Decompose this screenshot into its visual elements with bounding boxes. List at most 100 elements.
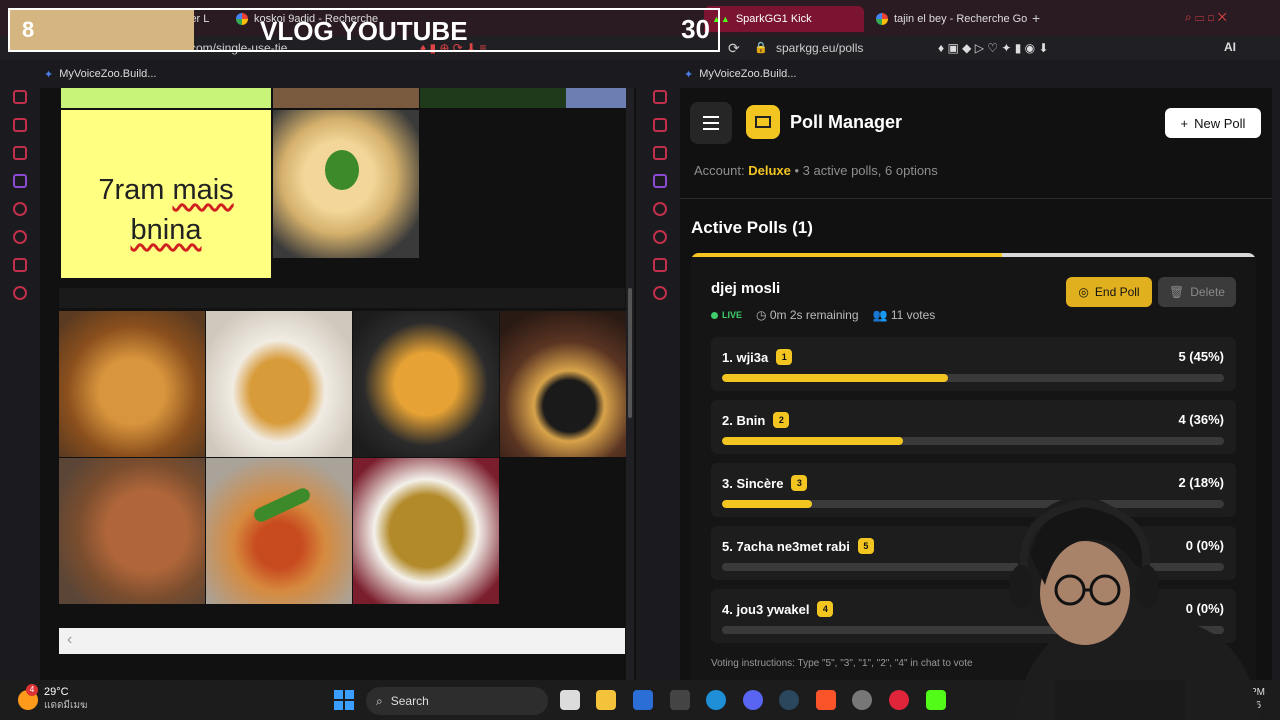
store-icon[interactable] xyxy=(633,690,653,710)
app-icon[interactable] xyxy=(670,690,690,710)
file-explorer-icon[interactable] xyxy=(596,690,616,710)
scroll-thumb[interactable] xyxy=(628,288,632,418)
poll-logo-icon xyxy=(746,105,780,139)
opera-gx-icon[interactable] xyxy=(889,690,909,710)
history-icon[interactable] xyxy=(653,230,667,244)
extension-icons[interactable]: ♦ ▣ ◆ ▷ ♡ ✦ ▮ ◉ ⬇ xyxy=(938,41,1049,55)
food-strip-1 xyxy=(273,88,419,108)
voting-instructions: Voting instructions: Type "5", "3", "1",… xyxy=(711,658,973,669)
bookmark-myvoicezoo[interactable]: MyVoiceZoo.Build... xyxy=(699,68,796,80)
chatgpt-icon[interactable] xyxy=(852,690,872,710)
basil-leaf xyxy=(325,150,359,190)
reload-icon[interactable]: ⟳ xyxy=(728,40,740,57)
left-bookmarks-bar: ✦ MyVoiceZoo.Build... xyxy=(40,60,636,88)
bookmark-icon: ✦ xyxy=(44,68,54,81)
option-label: 5. 7acha ne3met rabi 5 xyxy=(722,538,874,554)
account-prefix: Account: xyxy=(694,163,745,178)
plus-icon: + xyxy=(1180,115,1189,131)
left-vertical-scrollbar[interactable] xyxy=(626,88,634,680)
poll-name: djej mosli xyxy=(711,280,781,297)
sidebar-icon-3[interactable] xyxy=(653,146,667,160)
new-poll-label: New Poll xyxy=(1194,115,1246,131)
sidebar-icon-2[interactable] xyxy=(13,118,27,132)
history-icon[interactable] xyxy=(13,230,27,244)
google-icon xyxy=(876,13,888,25)
food-strip-2 xyxy=(420,88,566,108)
option-bar-fill xyxy=(722,500,813,508)
twitch-icon[interactable] xyxy=(653,174,667,188)
discord-icon[interactable] xyxy=(743,690,763,710)
edge-icon[interactable] xyxy=(706,690,726,710)
overlay-title: VLOG YOUTUBE xyxy=(260,16,468,46)
right-address-bar: ⟳ 🔒 sparkgg.eu/polls ♦ ▣ ◆ ▷ ♡ ✦ ▮ ◉ ⬇ A… xyxy=(640,36,1280,60)
poll-time-progress xyxy=(691,253,1256,257)
live-dot-icon xyxy=(711,311,718,319)
option-result: 4 (36%) xyxy=(1178,412,1224,427)
left-opera-sidebar xyxy=(0,60,40,680)
scroll-left-icon[interactable]: ‹ xyxy=(67,631,72,649)
note-line-2: bnina xyxy=(130,214,202,246)
player-icon[interactable] xyxy=(13,202,27,216)
option-label: 4. jou3 ywakel 4 xyxy=(722,601,834,617)
sidebar-icon-3[interactable] xyxy=(13,146,27,160)
divider xyxy=(680,198,1272,199)
extensions-icon[interactable] xyxy=(13,258,27,272)
player-icon[interactable] xyxy=(653,202,667,216)
food-image-cordon-bleu xyxy=(206,311,352,457)
extensions-icon[interactable] xyxy=(653,258,667,272)
active-polls-heading: Active Polls (1) xyxy=(691,218,813,237)
option-result: 5 (45%) xyxy=(1178,349,1224,364)
food-image-soup xyxy=(59,458,205,604)
poll-meta: LIVE ◷ 0m 2s remaining 👥 11 votes xyxy=(711,308,935,322)
delete-button[interactable]: 🗑 Delete xyxy=(1158,277,1236,307)
horizontal-scrollbar[interactable]: ‹ xyxy=(59,628,625,654)
left-page-content: 7ram mais bnina ‹ xyxy=(40,88,636,680)
pepper xyxy=(251,485,313,525)
steam-icon[interactable] xyxy=(779,690,799,710)
windows-start-icon[interactable] xyxy=(334,690,354,710)
option-label: 2. Bnin 2 xyxy=(722,412,790,428)
hamburger-menu-button[interactable] xyxy=(690,102,732,144)
new-tab-icon[interactable]: + xyxy=(1032,10,1040,26)
settings-icon[interactable] xyxy=(13,286,27,300)
settings-icon[interactable] xyxy=(653,286,667,300)
poll-option: 1. wji3a 1 5 (45%) xyxy=(711,337,1236,391)
trash-icon: 🗑 xyxy=(1169,285,1185,299)
new-poll-button[interactable]: + New Poll xyxy=(1165,108,1261,138)
tab-tajin[interactable]: tajin el bey - Recherche Go xyxy=(868,6,1038,32)
live-badge: LIVE xyxy=(711,310,742,320)
search-icon: ⌕ xyxy=(376,693,383,708)
window-controls[interactable]: ⌕ ▭ ◻ ✕ xyxy=(1185,10,1227,25)
bookmark-myvoicezoo[interactable]: MyVoiceZoo.Build... xyxy=(59,68,156,80)
option-bar xyxy=(722,374,1224,382)
right-url-field[interactable]: sparkgg.eu/polls xyxy=(776,41,863,55)
sidebar-icon-1[interactable] xyxy=(13,90,27,104)
option-badge: 5 xyxy=(857,538,874,554)
task-view-icon[interactable] xyxy=(560,690,580,710)
taskbar-search[interactable]: ⌕ Search xyxy=(366,687,548,715)
option-badge: 1 xyxy=(776,349,793,365)
food-image-dark-dish xyxy=(500,311,626,457)
brave-icon[interactable] xyxy=(816,690,836,710)
kick-app-icon[interactable] xyxy=(926,690,946,710)
sticky-note[interactable]: 7ram mais bnina xyxy=(61,110,271,278)
option-bar-fill xyxy=(722,437,903,445)
option-badge: 2 xyxy=(773,412,790,428)
food-image-okra xyxy=(353,458,499,604)
option-text: 2. Bnin xyxy=(722,412,766,428)
sun-icon: 4 xyxy=(18,683,38,710)
end-poll-button[interactable]: ◎ End Poll xyxy=(1066,277,1152,307)
ai-button[interactable]: AI xyxy=(1224,40,1236,54)
twitch-icon[interactable] xyxy=(13,174,27,188)
stream-overlay: 8 VLOG YOUTUBE 30 xyxy=(8,8,720,52)
right-bookmarks-bar: ✦ MyVoiceZoo.Build... xyxy=(680,60,1272,88)
sidebar-icon-1[interactable] xyxy=(653,90,667,104)
weather-widget[interactable]: 4 29°C แดดมีเมฆ xyxy=(18,683,87,713)
tab-label: tajin el bey - Recherche Go xyxy=(894,13,1028,25)
note-word: mais xyxy=(172,174,234,206)
dot-separator: • xyxy=(794,163,803,178)
page-title: Poll Manager xyxy=(790,112,903,132)
tab-sparkgg[interactable]: ▲▲ SparkGG1 Kick xyxy=(704,6,864,32)
option-badge: 4 xyxy=(817,601,834,617)
sidebar-icon-2[interactable] xyxy=(653,118,667,132)
